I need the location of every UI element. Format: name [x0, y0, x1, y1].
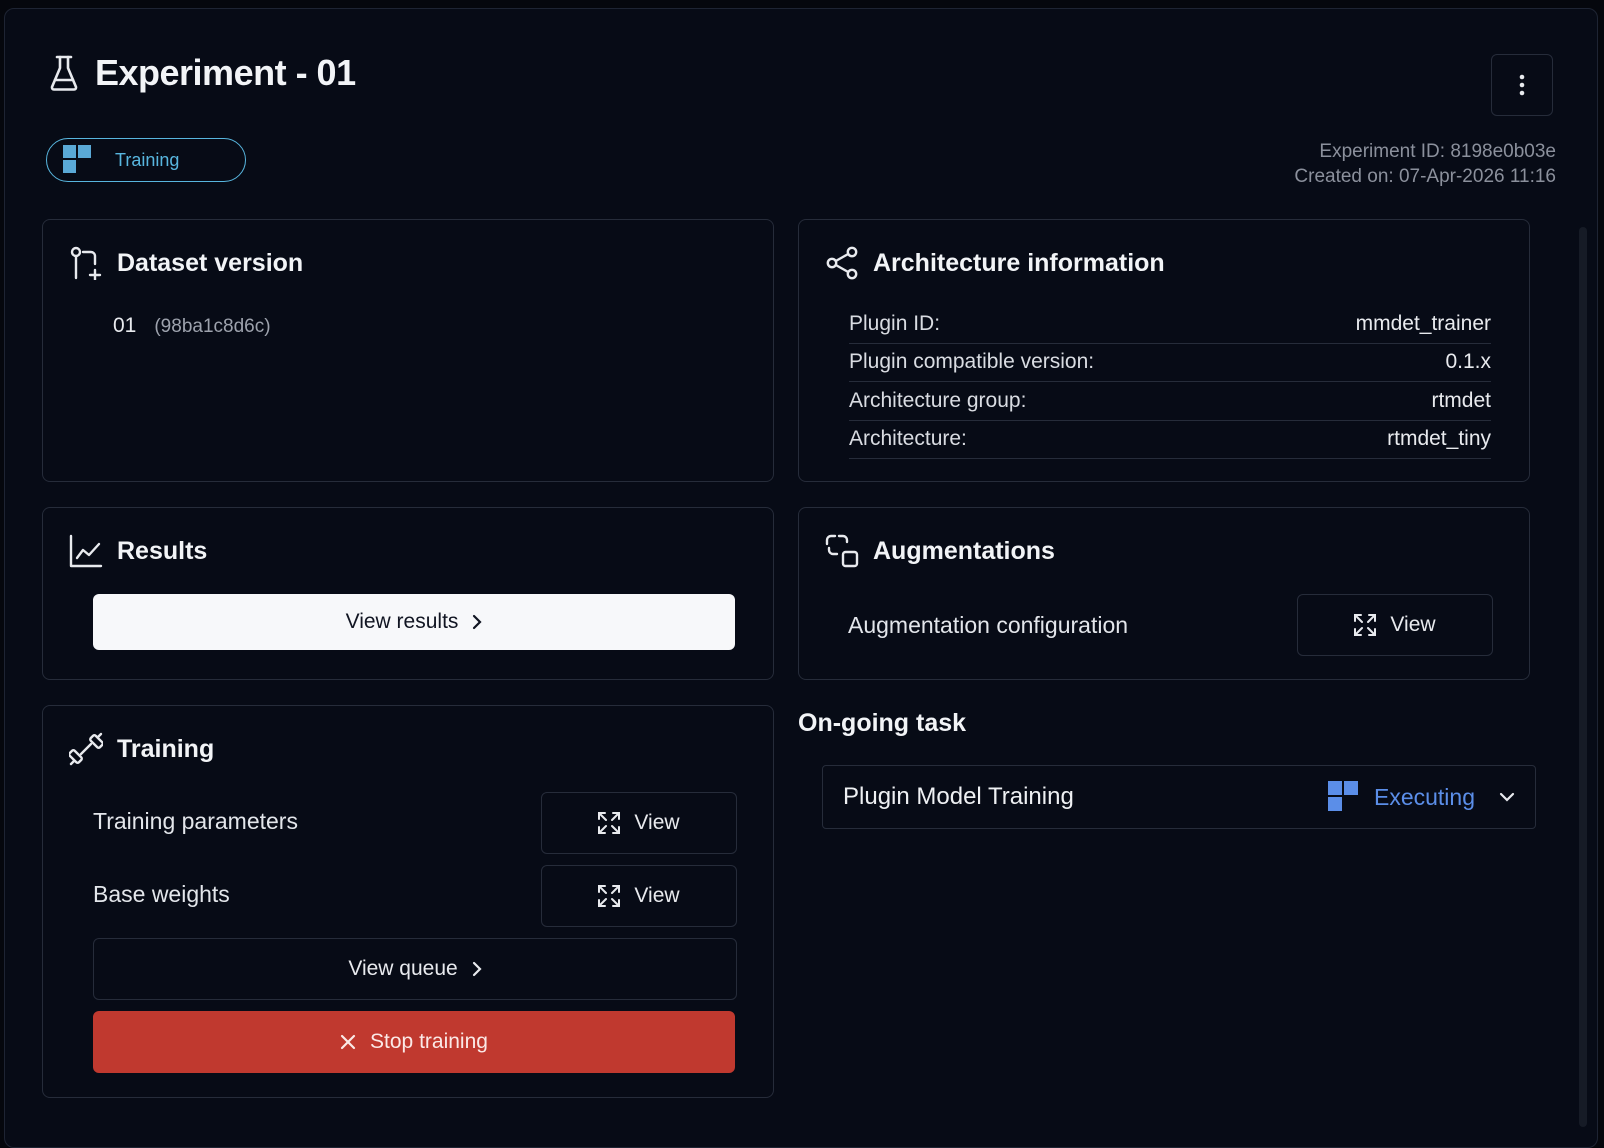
status-blocks-icon	[63, 145, 93, 175]
kv-row: Architecture: rtmdet_tiny	[849, 421, 1491, 459]
experiment-id: Experiment ID: 8198e0b03e	[1319, 141, 1556, 162]
dataset-version-row: 01 (98ba1c8d6c)	[113, 314, 271, 338]
chevron-right-icon	[472, 614, 482, 630]
kv-value: rtmdet_tiny	[1387, 427, 1491, 451]
chevron-down-icon[interactable]	[1499, 792, 1515, 802]
task-name: Plugin Model Training	[843, 783, 1074, 810]
status-badge: Training	[46, 138, 246, 182]
architecture-card: Architecture information Plugin ID: mmde…	[798, 219, 1530, 482]
scrollbar[interactable]	[1579, 227, 1587, 1127]
kv-key: Architecture:	[849, 427, 967, 451]
kv-row: Architecture group: rtmdet	[849, 382, 1491, 421]
page-title: Experiment - 01	[95, 52, 356, 93]
stop-training-label: Stop training	[370, 1030, 488, 1053]
kv-row: Plugin ID: mmdet_trainer	[849, 305, 1491, 344]
view-results-button[interactable]: View results	[93, 594, 735, 650]
augment-icon	[825, 534, 859, 568]
close-icon	[340, 1034, 356, 1050]
results-card: Results View results	[42, 507, 774, 680]
status-badge-label: Training	[115, 149, 180, 170]
line-chart-icon	[69, 534, 103, 568]
expand-icon	[1354, 614, 1377, 636]
kv-key: Plugin ID:	[849, 311, 941, 335]
created-on: Created on: 07-Apr-2026 11:16	[1294, 166, 1556, 187]
share-nodes-icon	[825, 246, 859, 280]
view-label: View	[1390, 613, 1436, 636]
dataset-version-hash: (98ba1c8d6c)	[154, 316, 271, 337]
task-status: Executing	[1327, 781, 1475, 813]
view-label: View	[634, 884, 680, 907]
task-status-label: Executing	[1373, 783, 1475, 810]
card-title: Training	[117, 734, 215, 763]
view-base-weights-button[interactable]: View	[541, 865, 737, 927]
status-blocks-icon	[1327, 781, 1360, 813]
view-queue-button[interactable]: View queue	[93, 938, 737, 1000]
view-label: View	[634, 811, 680, 834]
kv-value: 0.1.x	[1445, 350, 1491, 374]
ongoing-task-row[interactable]: Plugin Model Training Executing	[822, 765, 1536, 829]
training-card: Training Training parameters View Base w…	[42, 705, 774, 1098]
view-results-label: View results	[345, 610, 459, 633]
kv-key: Architecture group:	[849, 388, 1027, 412]
kv-key: Plugin compatible version:	[849, 350, 1095, 374]
view-training-parameters-button[interactable]: View	[541, 792, 737, 854]
card-title: Augmentations	[873, 536, 1055, 565]
chevron-right-icon	[472, 961, 482, 977]
page-header: Experiment - 01	[49, 49, 356, 97]
flask-icon	[49, 54, 79, 92]
card-title: Dataset version	[117, 248, 304, 277]
ongoing-task-title: On-going task	[798, 709, 967, 737]
expand-icon	[598, 885, 621, 907]
more-options-button[interactable]	[1491, 54, 1553, 116]
dumbbell-icon	[69, 732, 103, 766]
base-weights-label: Base weights	[93, 881, 230, 907]
git-pull-request-icon	[69, 246, 103, 280]
training-parameters-label: Training parameters	[93, 808, 298, 834]
experiment-meta: Experiment ID: 8198e0b03e Created on: 07…	[1294, 139, 1556, 189]
kv-value: rtmdet	[1431, 388, 1491, 412]
view-augmentation-button[interactable]: View	[1297, 594, 1493, 656]
architecture-table: Plugin ID: mmdet_trainer Plugin compatib…	[849, 305, 1491, 459]
experiment-panel: Experiment - 01 Training Experiment ID: …	[4, 8, 1598, 1148]
dataset-version-number: 01	[113, 314, 137, 337]
kv-value: mmdet_trainer	[1355, 311, 1491, 335]
card-title: Architecture information	[873, 248, 1165, 277]
dataset-version-card: Dataset version 01 (98ba1c8d6c)	[42, 219, 774, 482]
augmentation-config-label: Augmentation configuration	[848, 612, 1129, 638]
card-title: Results	[117, 536, 208, 565]
view-queue-label: View queue	[348, 957, 458, 980]
augmentations-card: Augmentations Augmentation configuration…	[798, 507, 1530, 680]
kv-row: Plugin compatible version: 0.1.x	[849, 344, 1491, 382]
stop-training-button[interactable]: Stop training	[93, 1011, 735, 1073]
expand-icon	[598, 812, 621, 834]
kebab-menu-icon	[1519, 74, 1525, 96]
